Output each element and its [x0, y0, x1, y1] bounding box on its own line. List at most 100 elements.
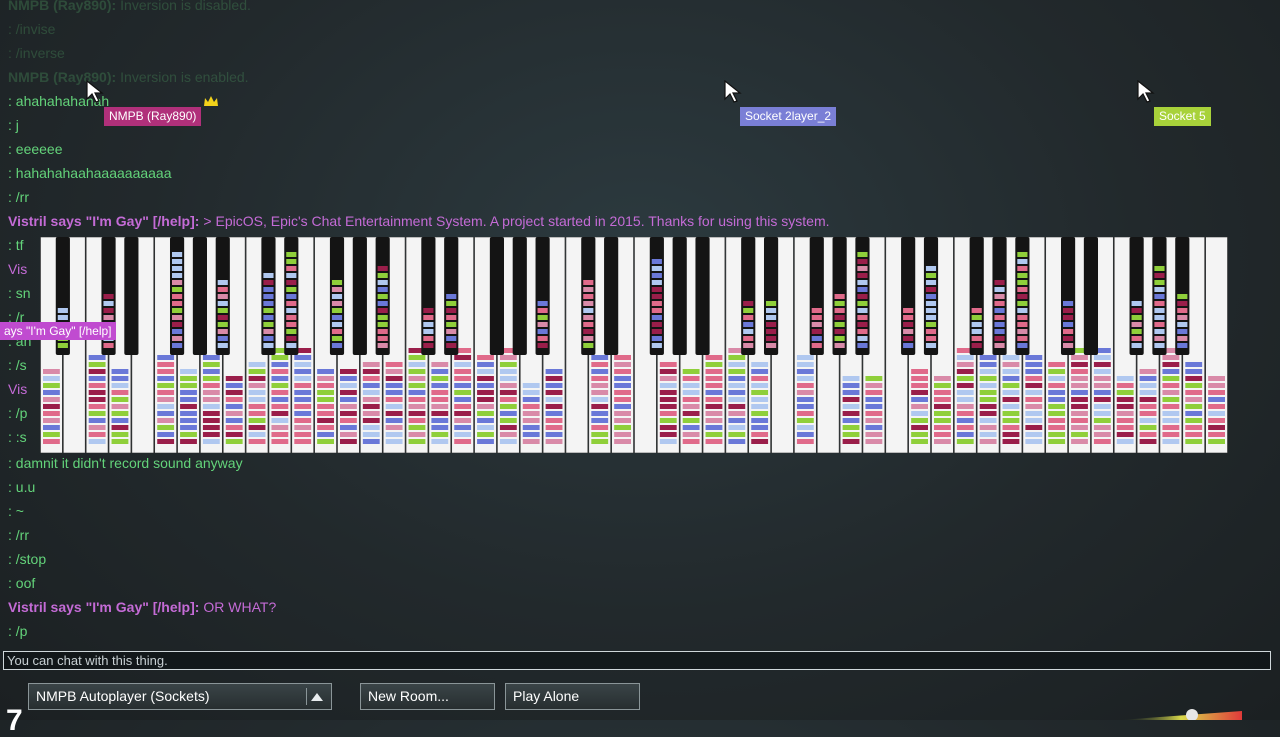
black-key[interactable] — [969, 237, 984, 355]
chat-message: : tf — [8, 236, 24, 254]
mouse-cursor-icon — [724, 80, 742, 103]
black-key[interactable] — [1015, 237, 1030, 355]
black-key[interactable] — [1175, 237, 1190, 355]
new-room-button[interactable]: New Room... — [360, 683, 495, 710]
mouse-cursor-icon — [86, 80, 104, 103]
chat-message: NMPB (Ray890): Inversion is disabled. — [8, 0, 251, 14]
black-key[interactable] — [923, 237, 939, 355]
chat-text: : tf — [8, 237, 24, 253]
chat-text: : /s — [8, 357, 27, 373]
chat-message: : damnit it didn't record sound anyway — [8, 454, 243, 472]
black-key[interactable] — [512, 237, 527, 355]
chat-input[interactable] — [3, 651, 1271, 670]
bottom-partial-text: 7 — [6, 704, 23, 737]
chat-message: Vistril says "I'm Gay" [/help]: OR WHAT? — [8, 598, 276, 616]
volume-track[interactable] — [1120, 711, 1242, 720]
chat-message: : /rr — [8, 526, 29, 544]
room-select[interactable]: NMPB Autoplayer (Sockets) — [28, 683, 332, 710]
black-key[interactable] — [444, 237, 459, 355]
black-key[interactable] — [329, 237, 345, 355]
white-key[interactable] — [1205, 237, 1228, 453]
chat-text: : ~ — [8, 503, 24, 519]
chat-message: : /p — [8, 404, 27, 422]
cursor-name-tag: NMPB (Ray890) — [104, 107, 202, 126]
black-key[interactable] — [124, 237, 139, 355]
black-key[interactable] — [489, 237, 505, 355]
black-key[interactable] — [284, 237, 299, 355]
chat-text: : /rr — [8, 527, 29, 543]
black-key[interactable] — [375, 237, 390, 355]
black-key[interactable] — [581, 237, 596, 355]
volume-knob[interactable] — [1186, 709, 1198, 720]
chat-text: : oof — [8, 575, 36, 591]
user-tag-partial: ays "I'm Gay" [/help] — [0, 322, 116, 340]
chat-message: : /stop — [8, 550, 46, 568]
chat-message: : /invise — [8, 20, 55, 38]
chat-text: : /inverse — [8, 45, 65, 61]
chat-author: Vistril says "I'm Gay" [/help]: — [8, 599, 200, 615]
black-key[interactable] — [421, 237, 436, 355]
chat-text: : :s — [8, 429, 27, 445]
cursor-name-tag: Socket 2layer_2 — [740, 107, 837, 126]
black-key[interactable] — [901, 237, 916, 355]
black-key[interactable] — [855, 237, 870, 355]
black-key[interactable] — [763, 237, 779, 355]
mouse-cursor-icon — [1137, 80, 1155, 103]
cursor-name-label: Socket 5 — [1159, 109, 1206, 123]
chat-text: : hahahahaahaaaaaaaaaa — [8, 165, 172, 181]
chat-message: Vistril says "I'm Gay" [/help]: > EpicOS,… — [8, 212, 830, 230]
chat-text: : damnit it didn't record sound anyway — [8, 455, 243, 471]
chat-message: Vis — [8, 260, 27, 278]
chat-text: OR WHAT? — [203, 599, 277, 615]
chat-text: Inversion is disabled. — [120, 0, 251, 13]
black-key[interactable] — [1129, 237, 1144, 355]
chevron-up-icon[interactable] — [306, 688, 327, 705]
crown-icon — [204, 96, 218, 106]
black-key[interactable] — [1152, 237, 1167, 355]
room-select-label: NMPB Autoplayer (Sockets) — [36, 688, 210, 704]
black-key[interactable] — [672, 237, 687, 355]
black-key[interactable] — [1060, 237, 1076, 355]
black-key[interactable] — [169, 237, 185, 355]
chat-text: : /p — [8, 623, 28, 639]
chat-text: : /p — [8, 405, 28, 421]
chat-message: : :s — [8, 428, 27, 446]
chat-message: : oof — [8, 574, 35, 592]
black-key[interactable] — [352, 237, 367, 355]
play-alone-button[interactable]: Play Alone — [505, 683, 640, 710]
black-key[interactable] — [1083, 237, 1099, 355]
chat-message: : eeeeee — [8, 140, 63, 158]
chat-message: NMPB (Ray890): Inversion is enabled. — [8, 68, 249, 86]
chat-text: : j — [8, 117, 19, 133]
black-key[interactable] — [192, 237, 208, 355]
piano-keyboard[interactable] — [40, 237, 1228, 453]
cursor-name-label: Socket 2layer_2 — [745, 109, 832, 123]
black-key[interactable] — [741, 237, 756, 355]
black-key[interactable] — [604, 237, 619, 355]
volume-slider[interactable] — [1120, 708, 1242, 720]
black-key[interactable] — [261, 237, 276, 355]
black-key[interactable] — [992, 237, 1007, 355]
black-key[interactable] — [649, 237, 664, 355]
chat-message: : j — [8, 116, 19, 134]
chat-message: : sn — [8, 284, 31, 302]
chat-text: : u.u — [8, 479, 36, 495]
black-key[interactable] — [215, 237, 230, 355]
cursor-name-label: NMPB (Ray890) — [109, 109, 197, 123]
black-key[interactable] — [535, 237, 550, 355]
chat-message: : hahahahaahaaaaaaaaaa — [8, 164, 172, 182]
black-key[interactable] — [695, 237, 710, 355]
black-key[interactable] — [809, 237, 824, 355]
cursor-name-tag: Socket 5 — [1154, 107, 1211, 126]
chat-author: NMPB (Ray890): — [8, 0, 117, 13]
chat-message: : /inverse — [8, 44, 65, 62]
chat-text: Vis — [8, 261, 28, 277]
chat-text: > EpicOS, Epic's Chat Entertainment Syst… — [203, 213, 830, 229]
chat-text: Vis — [8, 381, 28, 397]
chat-message: : /p — [8, 622, 27, 640]
chat-text: : sn — [8, 285, 31, 301]
black-key[interactable] — [832, 237, 847, 355]
play-alone-label: Play Alone — [513, 688, 580, 704]
piano-keys[interactable] — [40, 237, 1228, 453]
chat-text: : /stop — [8, 551, 47, 567]
